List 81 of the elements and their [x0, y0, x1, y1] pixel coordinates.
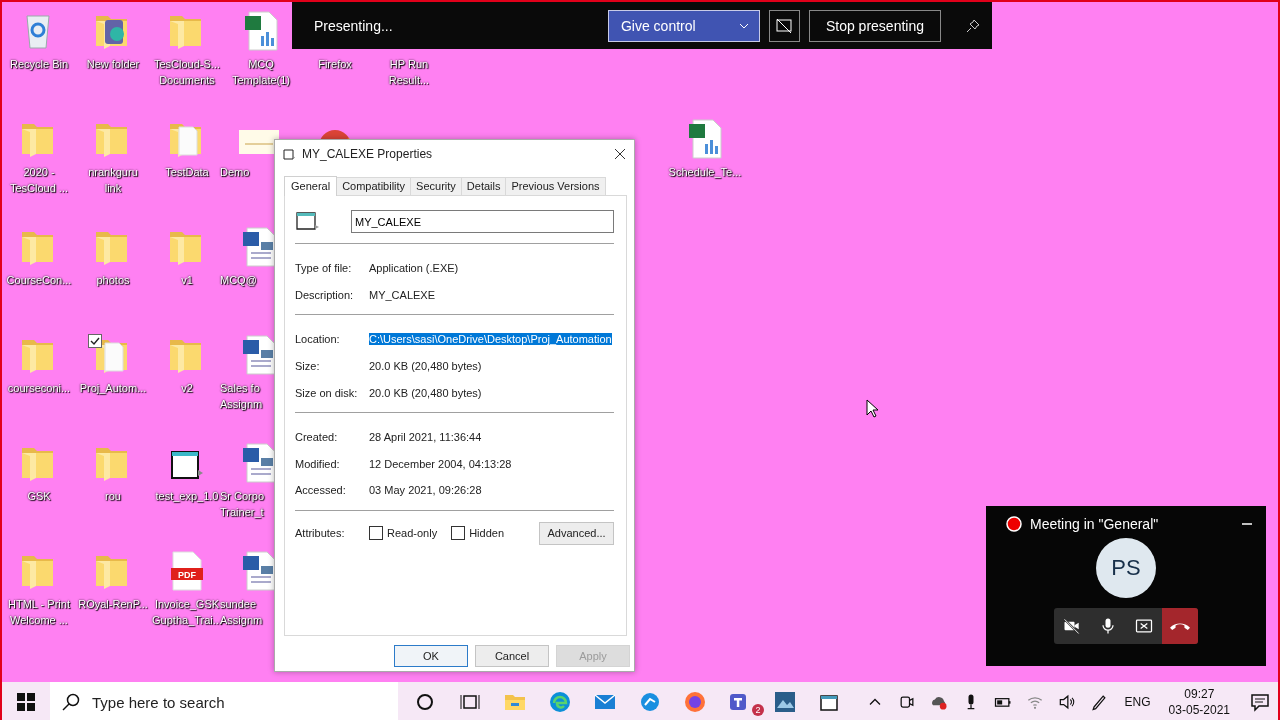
icon-label[interactable]: GSK [27, 488, 51, 504]
dialog-button[interactable]: Cancel [475, 645, 549, 667]
advanced-button[interactable]: Advanced... [539, 521, 614, 545]
icon-label[interactable]: HTML - Print Welcome ... [8, 596, 70, 628]
checkbox[interactable] [88, 334, 102, 348]
icon-label[interactable]: sundee Assignm [220, 596, 263, 628]
stop-sharing-button[interactable] [768, 9, 800, 42]
checkbox[interactable]: Hidden [451, 526, 504, 541]
icon-label[interactable]: MCQ@ [220, 272, 257, 288]
icon-label[interactable]: ROyal-RenP... [78, 596, 148, 612]
minimize-icon[interactable] [1242, 522, 1252, 526]
field-label: Accessed: [295, 484, 347, 497]
dialog-button[interactable]: OK [394, 645, 468, 667]
icon-label[interactable]: Sr Corpo Trainer_t [220, 488, 265, 520]
program-window-icon [295, 210, 321, 233]
icon-label[interactable]: rou [105, 488, 121, 504]
icon-label[interactable]: New folder [86, 56, 140, 72]
tab[interactable]: General [284, 176, 338, 196]
field-label: Type of file: [295, 262, 353, 275]
field-value: 28 April 2021, 11:36:44 [369, 431, 482, 444]
language-indicator[interactable]: ENG [1114, 695, 1161, 709]
pin-icon[interactable] [966, 18, 980, 33]
icon-label[interactable]: v1 [181, 272, 193, 288]
icon-label[interactable]: test_exp_1.0 [155, 488, 219, 504]
field-value: 20.0 KB (20,480 bytes) [369, 386, 482, 399]
camera-off-icon[interactable] [1062, 616, 1082, 636]
icon-label[interactable]: TesCloud-S... Documents [154, 56, 220, 88]
icon-label[interactable]: Recycle Bin [9, 56, 69, 72]
field-label: Created: [295, 431, 339, 444]
checkbox[interactable]: Read-only [369, 526, 438, 541]
tab[interactable]: Compatibility [336, 177, 412, 195]
tab[interactable]: Previous Versions [505, 177, 606, 195]
field-value: 20.0 KB (20,480 bytes) [369, 360, 482, 373]
field-label: Attributes: [295, 527, 346, 540]
tab[interactable]: Security [410, 177, 462, 195]
icon-label[interactable]: nrankguru link [88, 164, 138, 196]
hang-up-button[interactable] [1162, 608, 1198, 644]
field-value: 12 December 2004, 04:13:28 [369, 457, 512, 470]
app-icon[interactable] [772, 690, 797, 714]
field-value: Application (.EXE) [369, 262, 459, 275]
field-value: MY_CALEXE [369, 288, 436, 301]
field-label: Location: [295, 333, 341, 346]
stop-presenting-button[interactable]: Stop presenting [808, 9, 941, 42]
close-icon[interactable] [614, 148, 626, 160]
field-value: 03 May 2021, 09:26:28 [369, 484, 482, 497]
window-title: MY_CALEXE Properties [302, 147, 434, 161]
browser-icon[interactable] [682, 690, 707, 714]
caret-icon [738, 22, 749, 29]
phone-icon [1170, 621, 1190, 631]
field-label: Size: [295, 360, 321, 373]
avatar: PS [1096, 538, 1156, 598]
icon-label[interactable]: Sales fo Assignm [220, 380, 263, 412]
icon-label[interactable]: MCQ Template(1) [231, 56, 291, 88]
search-icon [62, 693, 80, 711]
windows-start-icon[interactable] [17, 693, 35, 711]
screen-off-icon [775, 16, 794, 35]
icon-label[interactable]: 2020 - TesCloud ... [9, 164, 69, 196]
icon-label[interactable]: Schedule_Te... [668, 164, 742, 180]
clock[interactable]: 09:27 03-05-2021 [1160, 686, 1238, 718]
tab[interactable]: Details [460, 177, 507, 195]
browser-icon[interactable] [547, 690, 572, 714]
presenting-status: Presenting... [314, 17, 394, 34]
icon-label[interactable]: CourseCon... [6, 272, 72, 288]
meeting-title: Meeting in "General" [1030, 516, 1160, 532]
file-name-field[interactable]: MY_CALEXE [351, 210, 614, 233]
icon-label[interactable]: Demo [220, 164, 250, 180]
window-icon [283, 148, 296, 160]
field-label: Modified: [295, 457, 341, 470]
notifications-icon[interactable] [1250, 692, 1270, 712]
icon-label[interactable]: v2 [181, 380, 193, 396]
icon-label[interactable]: HP Run Result... [388, 56, 430, 88]
icon-label[interactable]: TestData [165, 164, 209, 180]
field-label: Description: [295, 288, 355, 301]
give-control-dropdown[interactable]: Give control [607, 9, 760, 42]
cursor-icon [866, 399, 880, 419]
field-label: Size on disk: [295, 386, 359, 399]
icon-label[interactable]: photos [96, 272, 130, 288]
icon-label[interactable]: courseconi... [7, 380, 71, 396]
icon-label[interactable]: Proj_Autom... [79, 380, 147, 396]
icon-label[interactable]: Firefox [318, 56, 352, 72]
notification-badge: 2 [752, 704, 764, 716]
